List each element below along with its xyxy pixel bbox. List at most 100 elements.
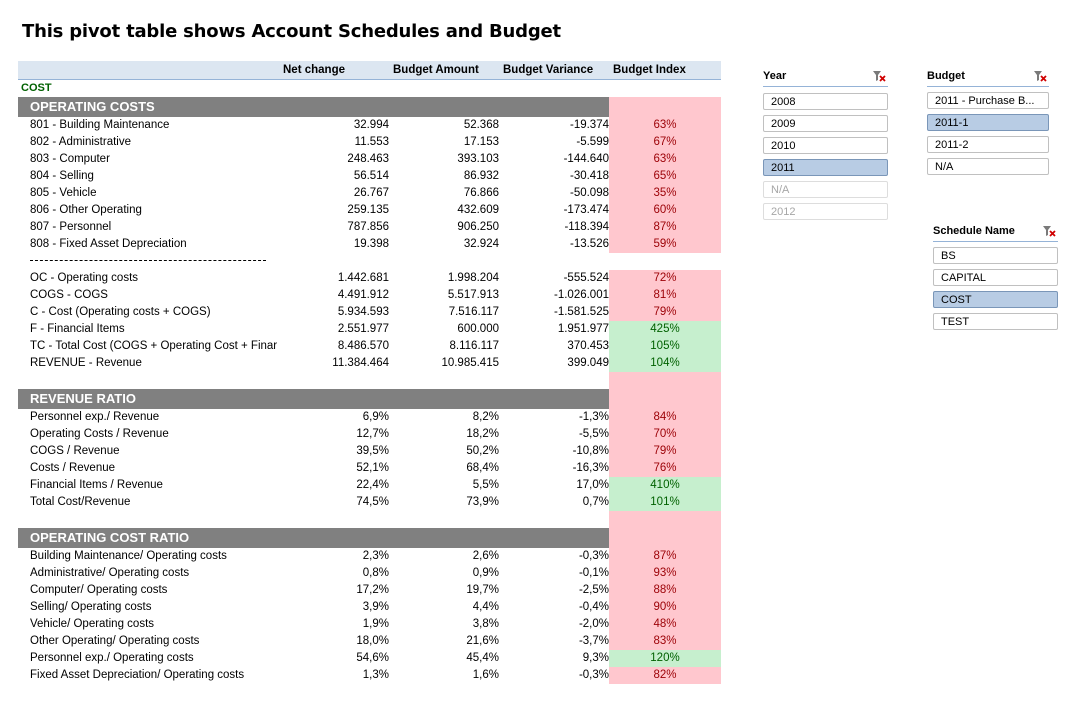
budget-variance-cell: -1.581.525 (554, 306, 609, 318)
table-row[interactable]: TC - Total Cost (COGS + Operating Cost +… (18, 338, 721, 355)
budget-amount-cell: 18,2% (466, 428, 499, 440)
budget-slicer-item[interactable]: 2011 - Purchase B... (927, 92, 1049, 109)
row-label: 804 - Selling (30, 170, 94, 182)
budget-slicer-item[interactable]: N/A (927, 158, 1049, 175)
year-slicer-item[interactable]: 2011 (763, 159, 888, 176)
budget-variance-cell: -0,1% (578, 567, 609, 579)
budget-amount-cell: 17.153 (463, 136, 499, 148)
table-row[interactable]: Financial Items / Revenue 22,4% 5,5% 17,0% 4… (18, 477, 721, 494)
year-slicer-item[interactable]: 2010 (763, 137, 888, 154)
net-change-cell: 17,2% (356, 584, 389, 596)
table-row[interactable]: Vehicle/ Operating costs 1,9% 3,8% -2,0% 48% (18, 616, 721, 633)
budget-variance-cell: 9,3% (582, 652, 609, 664)
net-change-cell: 22,4% (356, 479, 389, 491)
table-row[interactable]: COGS - COGS 4.491.912 5.517.913 -1.026.001 8… (18, 287, 721, 304)
year-slicer-item[interactable]: 2009 (763, 115, 888, 132)
table-row[interactable]: C - Cost (Operating costs + COGS) 5.934.5… (18, 304, 721, 321)
budget-index-cell: 83% (609, 633, 721, 650)
section-header-row: REVENUE RATIO (18, 389, 721, 409)
net-change-cell: 74,5% (356, 496, 389, 508)
budget-index-cell: 87% (609, 219, 721, 236)
year-slicer-header: Year (763, 66, 888, 87)
col-budget-index[interactable]: Budget Index (613, 64, 686, 76)
budget-index-cell: 79% (609, 443, 721, 460)
col-net-change[interactable]: Net change (283, 64, 345, 76)
blank-row (18, 372, 721, 389)
row-label: 802 - Administrative (30, 136, 131, 148)
table-row[interactable]: Selling/ Operating costs 3,9% 4,4% -0,4% 90% (18, 599, 721, 616)
index-fill (609, 372, 721, 389)
table-row[interactable]: Building Maintenance/ Operating costs 2,3… (18, 548, 721, 565)
clear-filter-icon[interactable] (1033, 69, 1047, 83)
table-row[interactable]: 804 - Selling 56.514 86.932 -30.418 65% (18, 168, 721, 185)
budget-variance-cell: -555.524 (563, 272, 609, 284)
table-row[interactable]: Operating Costs / Revenue 12,7% 18,2% -5,5%… (18, 426, 721, 443)
clear-filter-icon[interactable] (872, 69, 886, 83)
table-row[interactable]: Administrative/ Operating costs 0,8% 0,9% -… (18, 565, 721, 582)
budget-amount-cell: 1.998.204 (447, 272, 499, 284)
net-change-cell: 18,0% (356, 635, 389, 647)
year-slicer-item[interactable]: 2008 (763, 93, 888, 110)
table-row[interactable]: REVENUE - Revenue 11.384.464 10.985.415 399… (18, 355, 721, 372)
table-row[interactable]: Personnel exp./ Revenue 6,9% 8,2% -1,3% 84% (18, 409, 721, 426)
table-row[interactable]: 801 - Building Maintenance 32.994 52.368 -1… (18, 117, 721, 134)
budget-index-cell: 65% (609, 168, 721, 185)
budget-index-cell: 76% (609, 460, 721, 477)
budget-index-cell: 67% (609, 134, 721, 151)
section-header[interactable]: REVENUE RATIO (18, 389, 609, 409)
table-row[interactable]: OC - Operating costs 1.442.681 1.998.204 -5… (18, 270, 721, 287)
col-budget-amount[interactable]: Budget Amount (393, 64, 479, 76)
col-budget-variance[interactable]: Budget Variance (503, 64, 593, 76)
table-row[interactable]: Computer/ Operating costs 17,2% 19,7% -2,5%… (18, 582, 721, 599)
net-change-cell: 2.551.977 (337, 323, 389, 335)
table-row[interactable]: 802 - Administrative 11.553 17.153 -5.599 67… (18, 134, 721, 151)
budget-variance-cell: -1.026.001 (554, 289, 609, 301)
table-row[interactable]: Personnel exp./ Operating costs 54,6% 45,4… (18, 650, 721, 667)
budget-index-cell: 101% (609, 494, 721, 511)
budget-slicer-item[interactable]: 2011-1 (927, 114, 1049, 131)
budget-variance-cell: -2,0% (578, 618, 609, 630)
budget-variance-cell: -10,8% (572, 445, 609, 457)
table-row[interactable]: Total Cost/Revenue 74,5% 73,9% 0,7% 101% (18, 494, 721, 511)
budget-index-cell: 48% (609, 616, 721, 633)
budget-slicer-title: Budget (927, 70, 965, 82)
row-label: Administrative/ Operating costs (30, 567, 190, 579)
table-row[interactable]: 806 - Other Operating 259.135 432.609 -173.… (18, 202, 721, 219)
table-row[interactable]: Costs / Revenue 52,1% 68,4% -16,3% 76% (18, 460, 721, 477)
schedule-slicer-item[interactable]: COST (933, 291, 1058, 308)
table-row[interactable]: 803 - Computer 248.463 393.103 -144.640 63% (18, 151, 721, 168)
year-slicer-item[interactable]: 2012 (763, 203, 888, 220)
row-label: 808 - Fixed Asset Depreciation (30, 238, 187, 250)
table-row[interactable]: 805 - Vehicle 26.767 76.866 -50.098 35% (18, 185, 721, 202)
budget-variance-cell: 370.453 (567, 340, 609, 352)
table-row[interactable]: Fixed Asset Depreciation/ Operating cost… (18, 667, 721, 684)
budget-index-cell: 60% (609, 202, 721, 219)
budget-variance-cell: 399.049 (567, 357, 609, 369)
budget-variance-cell: -1,3% (578, 411, 609, 423)
row-label: COGS - COGS (30, 289, 108, 301)
budget-amount-cell: 600.000 (457, 323, 499, 335)
year-slicer-item[interactable]: N/A (763, 181, 888, 198)
pivot-table: Net change Budget Amount Budget Variance… (18, 61, 721, 684)
row-label: TC - Total Cost (COGS + Operating Cost +… (30, 340, 278, 352)
cost-label[interactable]: COST (21, 82, 52, 94)
schedule-slicer-item[interactable]: TEST (933, 313, 1058, 330)
table-row[interactable]: COGS / Revenue 39,5% 50,2% -10,8% 79% (18, 443, 721, 460)
clear-filter-icon[interactable] (1042, 224, 1056, 238)
year-slicer: Year 2008 2009 2010 2011 N/A 2012 (763, 66, 888, 220)
net-change-cell: 56.514 (353, 170, 389, 182)
table-row[interactable]: F - Financial Items 2.551.977 600.000 1.951… (18, 321, 721, 338)
budget-slicer-item[interactable]: 2011-2 (927, 136, 1049, 153)
schedule-slicer-item[interactable]: CAPITAL (933, 269, 1058, 286)
budget-index-cell: 81% (609, 287, 721, 304)
section-header-label: REVENUE RATIO (30, 391, 136, 406)
row-label: 801 - Building Maintenance (30, 119, 170, 131)
schedule-slicer-item[interactable]: BS (933, 247, 1058, 264)
row-label: Vehicle/ Operating costs (30, 618, 155, 630)
table-row[interactable]: 807 - Personnel 787.856 906.250 -118.394 87% (18, 219, 721, 236)
net-change-cell: 52,1% (356, 462, 389, 474)
table-row[interactable]: Other Operating/ Operating costs 18,0% 21,… (18, 633, 721, 650)
table-row[interactable]: 808 - Fixed Asset Depreciation 19.398 32.9… (18, 236, 721, 253)
section-header[interactable]: OPERATING COST RATIO (18, 528, 609, 548)
section-header[interactable]: OPERATING COSTS (18, 97, 609, 117)
